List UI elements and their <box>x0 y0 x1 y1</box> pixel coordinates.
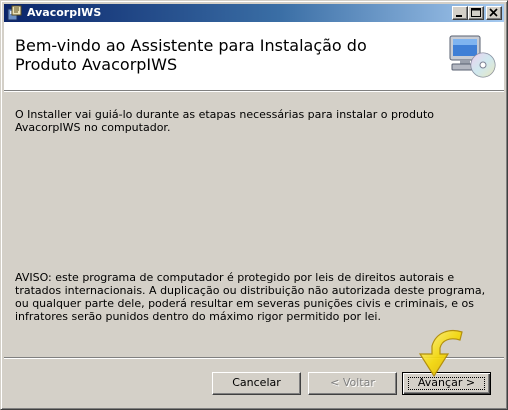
minimize-button[interactable] <box>452 6 468 20</box>
installer-window: AvacorpIWS Bem-vindo ao Assistente para … <box>0 0 508 410</box>
page-title: Bem-vindo ao Assistente para Instalação … <box>15 36 367 74</box>
title-bar[interactable]: AvacorpIWS <box>4 4 504 22</box>
header-divider <box>4 91 504 92</box>
minimize-icon <box>456 15 462 17</box>
curved-arrow-pointer-icon <box>418 329 463 378</box>
back-button[interactable]: < Voltar <box>308 372 397 395</box>
maximize-button[interactable] <box>468 6 484 20</box>
wizard-header: Bem-vindo ao Assistente para Instalação … <box>4 22 504 91</box>
installer-app-icon <box>7 5 22 21</box>
close-icon <box>489 8 498 17</box>
maximize-icon <box>471 8 481 17</box>
computer-cd-icon <box>449 35 496 78</box>
cancel-button[interactable]: Cancelar <box>212 372 301 395</box>
close-button[interactable] <box>486 6 502 20</box>
window-title: AvacorpIWS <box>27 6 102 19</box>
intro-text: O Installer vai guiá-lo durante as etapa… <box>15 108 434 134</box>
copyright-warning: AVISO: este programa de computador é pro… <box>15 271 486 323</box>
